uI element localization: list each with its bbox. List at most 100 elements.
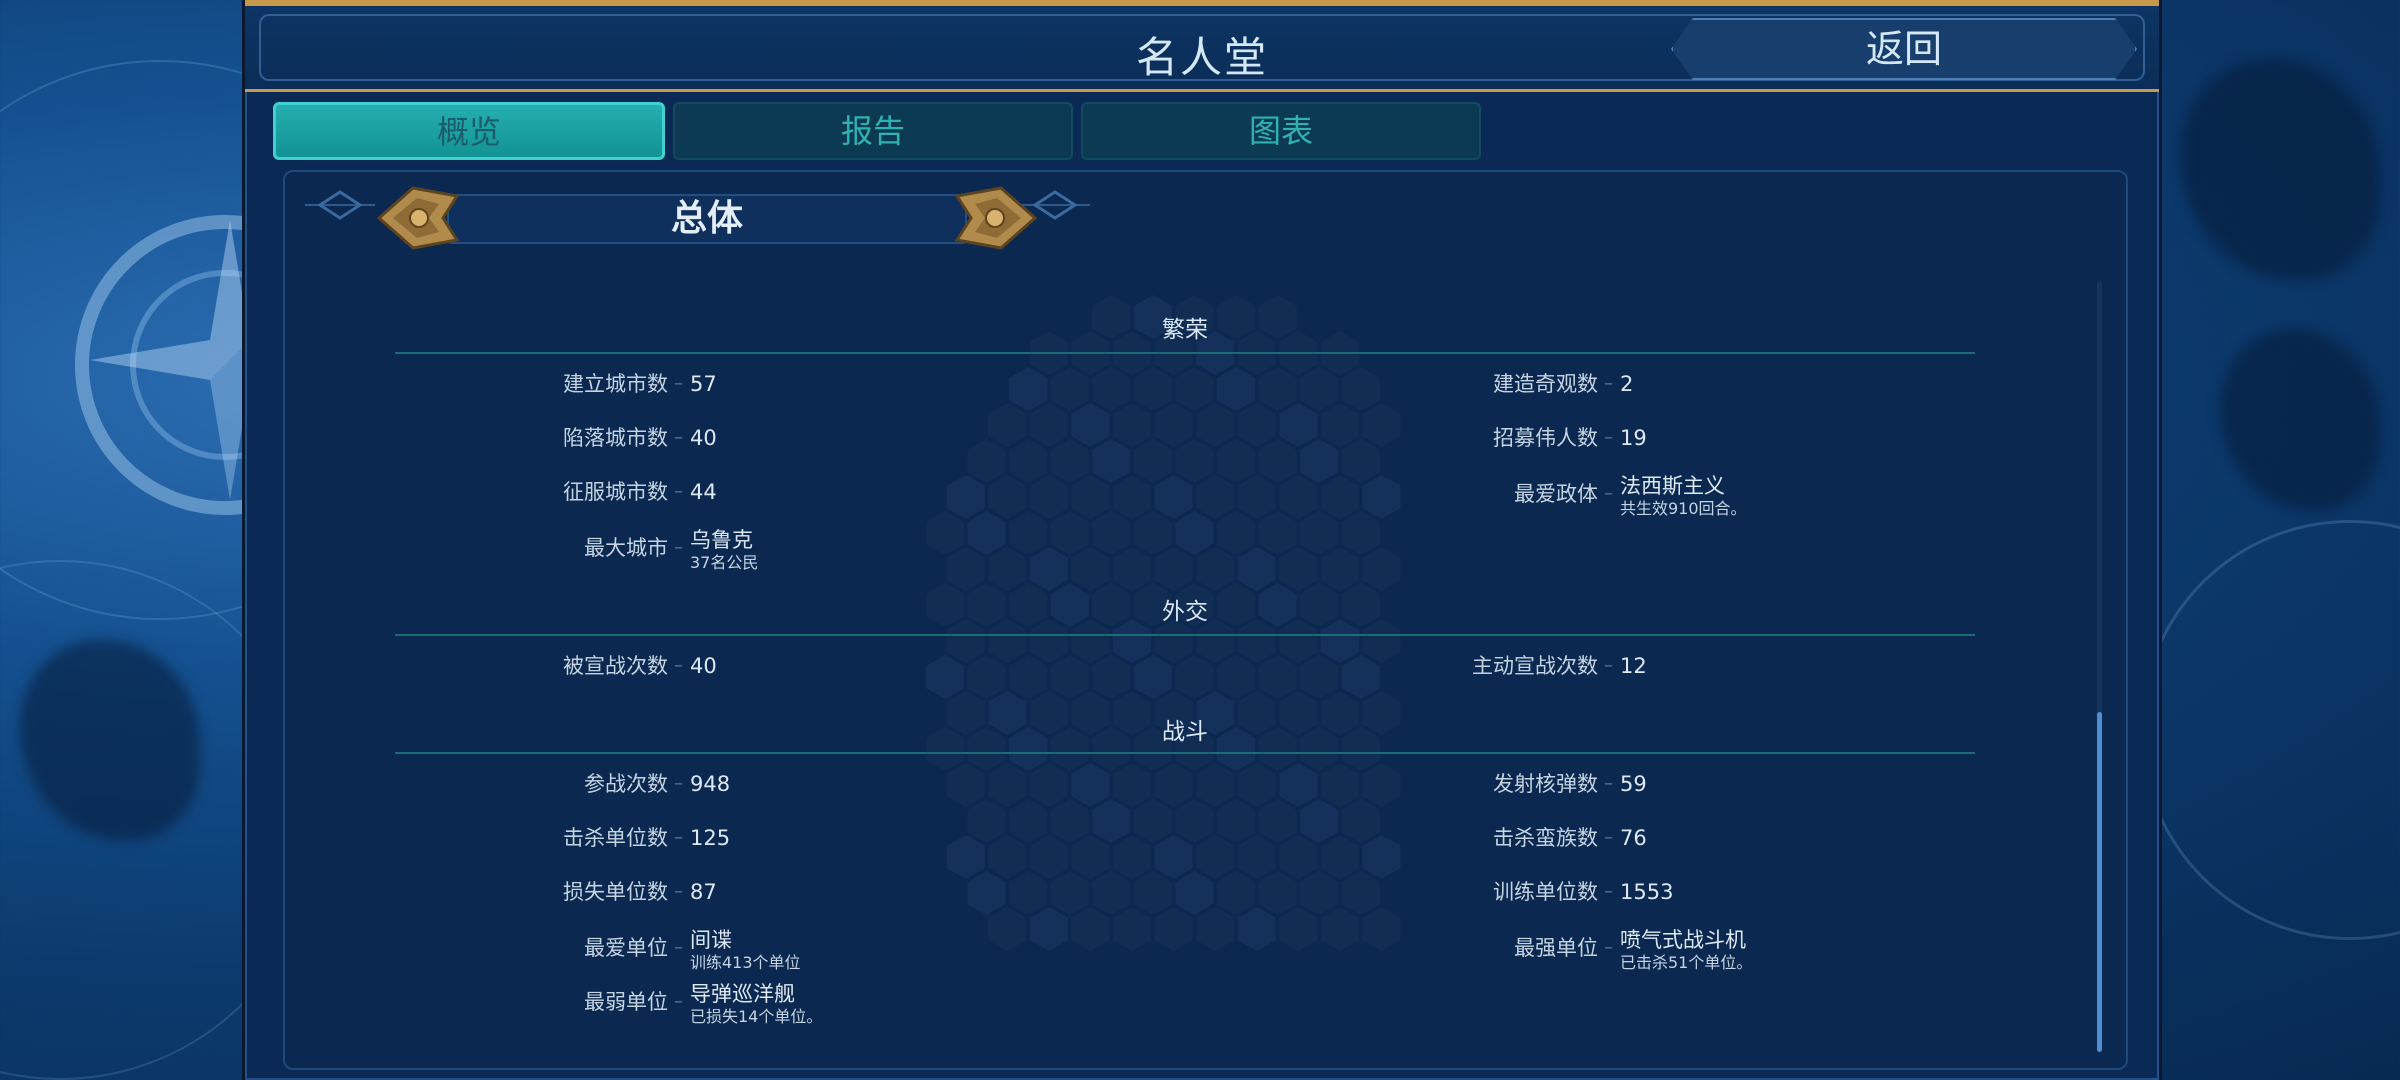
arrow-left-icon[interactable] (377, 186, 459, 250)
hex-tile (1341, 799, 1380, 843)
hex-tile (1154, 763, 1193, 807)
stat-label: 发射核弹数 (1493, 772, 1598, 796)
hex-tile (988, 475, 1027, 519)
hex-tile (1237, 403, 1276, 447)
hex-tile (1029, 763, 1068, 807)
hex-tile (1009, 871, 1048, 915)
stat-label: 参战次数 (584, 772, 668, 796)
stat-label: 最爱政体 (1514, 482, 1598, 506)
hex-tile (1133, 655, 1172, 699)
hex-tile (1050, 655, 1089, 699)
stat-label: 陷落城市数 (563, 426, 668, 450)
hex-tile (967, 511, 1006, 555)
hex-tile (946, 835, 985, 879)
back-button[interactable]: 返回 (1671, 18, 2137, 80)
hex-tile (1300, 367, 1339, 411)
stat-label: 最强单位 (1514, 936, 1598, 960)
hex-tile (1216, 439, 1255, 483)
hex-tile (946, 763, 985, 807)
stat-subtext: 37名公民 (690, 553, 759, 572)
tab-overview[interactable]: 概览 (273, 102, 665, 160)
hex-tile (988, 547, 1027, 591)
hex-tile (1320, 763, 1359, 807)
tab-bar: 概览 报告 图表 (273, 102, 1481, 162)
hex-tile (946, 475, 985, 519)
stat-value: 12 (1620, 654, 1647, 678)
hall-of-fame-window: 名人堂 返回 概览 报告 图表 总体 繁荣 建立城市数 – 57 陷落城市数 –… (242, 0, 2162, 1080)
stat-label: 征服城市数 (563, 480, 668, 504)
hex-tile (1154, 907, 1193, 951)
hex-tile (1092, 655, 1131, 699)
hex-tile (1196, 403, 1235, 447)
hex-tile (1050, 511, 1089, 555)
stat-value: 76 (1620, 826, 1647, 850)
hex-tile (1154, 475, 1193, 519)
hex-tile (1113, 835, 1152, 879)
diamond-ornament-icon (305, 190, 375, 220)
stat-subtext: 已击杀51个单位。 (1620, 953, 1753, 972)
hex-tile (1009, 799, 1048, 843)
hex-tile (1071, 835, 1110, 879)
section-title-combat: 战斗 (1162, 719, 1208, 745)
hex-tile (1237, 835, 1276, 879)
hex-tile (1300, 655, 1339, 699)
tab-reports[interactable]: 报告 (673, 102, 1073, 160)
hex-tile (1092, 439, 1131, 483)
hex-tile (967, 439, 1006, 483)
hex-tile (1300, 511, 1339, 555)
hex-tile (1175, 439, 1214, 483)
stat-label: 招募伟人数 (1493, 426, 1598, 450)
hex-tile (1196, 547, 1235, 591)
stat-label: 建立城市数 (563, 372, 668, 396)
hex-tile (967, 655, 1006, 699)
hex-tile (1258, 367, 1297, 411)
hex-tile (946, 547, 985, 591)
hex-tile (1009, 367, 1048, 411)
hex-tile (1216, 511, 1255, 555)
hex-tile (1029, 907, 1068, 951)
hex-tile (1196, 907, 1235, 951)
scrollbar[interactable] (2097, 282, 2102, 1052)
hex-tile (1300, 871, 1339, 915)
stat-label: 被宣战次数 (563, 654, 668, 678)
scrollbar-thumb[interactable] (2097, 712, 2102, 1052)
hex-tile (1133, 367, 1172, 411)
hex-tile (1092, 799, 1131, 843)
hex-tile (1237, 907, 1276, 951)
hex-tile (988, 907, 1027, 951)
hex-tile (1029, 403, 1068, 447)
arrow-right-icon[interactable] (955, 186, 1037, 250)
hex-tile (1029, 475, 1068, 519)
tab-charts[interactable]: 图表 (1081, 102, 1481, 160)
hex-tile (1196, 475, 1235, 519)
stat-value: 2 (1620, 372, 1634, 396)
hex-tile (1050, 799, 1089, 843)
hex-tile (1216, 367, 1255, 411)
hex-tile (1320, 835, 1359, 879)
stat-label: 损失单位数 (563, 880, 668, 904)
hex-tile (1362, 763, 1401, 807)
hex-tile (967, 871, 1006, 915)
hex-tile (1362, 907, 1401, 951)
hex-tile (1175, 655, 1214, 699)
hex-tile (1113, 763, 1152, 807)
hex-tile (1154, 547, 1193, 591)
hex-tile (925, 511, 965, 555)
stat-value: 40 (690, 654, 717, 678)
section-title-diplomacy: 外交 (1162, 599, 1208, 625)
hex-tile (1175, 871, 1214, 915)
hex-tile (1133, 799, 1172, 843)
hex-tile (1341, 871, 1380, 915)
stat-value: 948 (690, 772, 731, 796)
hex-tile (1362, 475, 1401, 519)
hex-tile (1279, 763, 1318, 807)
hex-tile (1258, 799, 1297, 843)
stat-value: 1553 (1620, 880, 1674, 904)
hex-tile (1092, 511, 1131, 555)
stat-value: 59 (1620, 772, 1647, 796)
stat-label: 最大城市 (584, 536, 668, 560)
hex-tile (1300, 439, 1339, 483)
hex-tile (1258, 871, 1297, 915)
category-label: 总体 (447, 194, 967, 244)
hex-tile (1279, 403, 1318, 447)
